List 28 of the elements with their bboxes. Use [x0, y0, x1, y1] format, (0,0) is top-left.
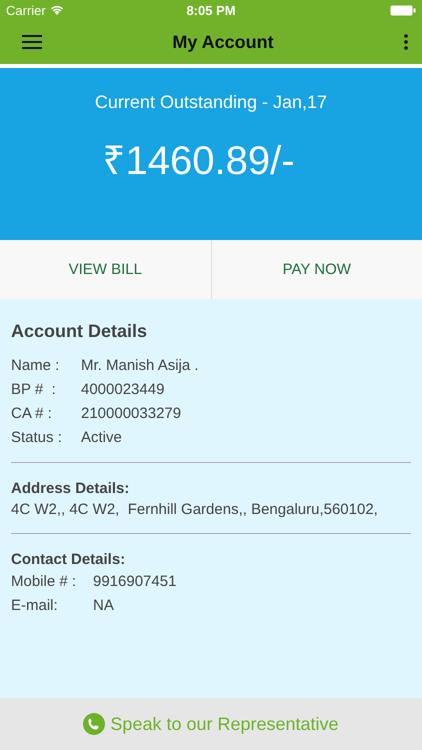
page-title: My Account — [172, 32, 274, 52]
carrier-label: Carrier — [6, 2, 46, 18]
outstanding-amount: ₹1460.89/- — [102, 138, 296, 185]
section-title: Account Details — [11, 321, 148, 342]
field-value: 4000023449 — [81, 380, 164, 400]
more-options-icon[interactable] — [404, 34, 408, 50]
battery-icon — [390, 4, 416, 16]
address-text: 4C W2,, 4C W2, Fernhill Gardens,, Bengaluru,560102, — [11, 500, 379, 520]
field-label: BP # : — [11, 380, 57, 400]
field-label: Status : — [11, 428, 63, 448]
action-button[interactable]: VIEW BILL — [0, 240, 210, 299]
field-value: 9916907451 — [93, 572, 176, 592]
field-value: 210000033279 — [81, 404, 182, 424]
menu-icon[interactable] — [22, 35, 42, 49]
field-value: Active — [81, 428, 122, 448]
field-label: Mobile # : — [11, 572, 78, 592]
call-label: Speak to our Representative — [110, 714, 339, 734]
phone-icon — [83, 713, 106, 735]
status-time: 8:05 PM — [185, 2, 237, 18]
wifi-icon — [50, 5, 64, 15]
section-title: Contact Details: — [11, 550, 126, 570]
outstanding-label: Current Outstanding - Jan,17 — [94, 92, 328, 113]
section-title: Address Details: — [11, 479, 130, 499]
field-value: Mr. Manish Asija . — [81, 356, 199, 376]
field-label: E-mail: — [11, 596, 59, 616]
field-value: NA — [93, 596, 114, 616]
field-label: CA # : — [11, 404, 53, 424]
field-label: Name : — [11, 356, 60, 376]
